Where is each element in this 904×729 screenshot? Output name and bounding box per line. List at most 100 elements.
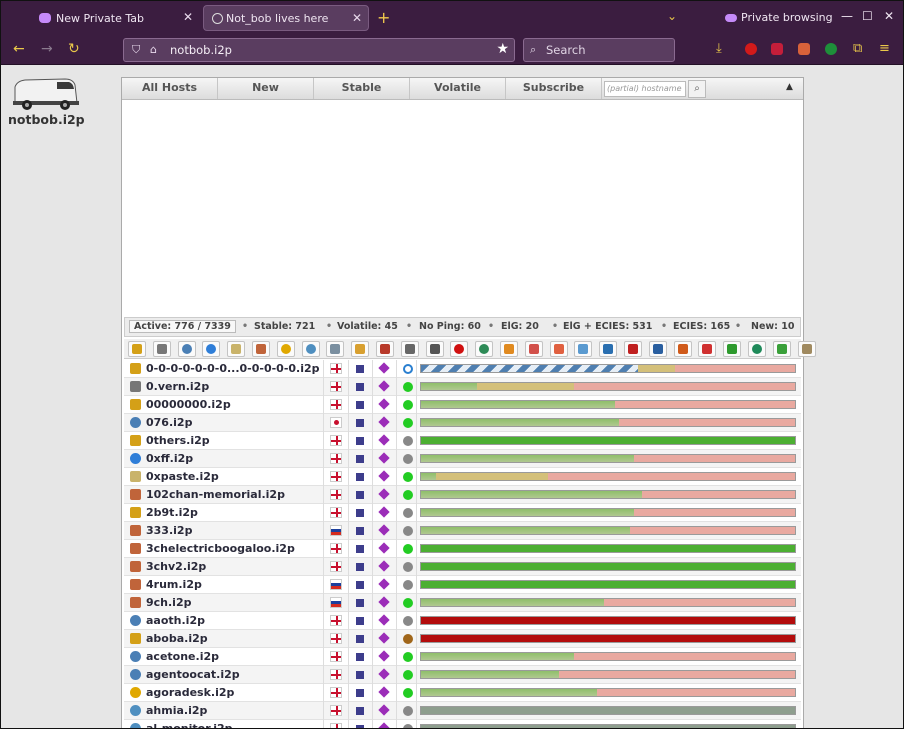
stat-volatile[interactable]: Volatile: 45 [337,321,398,332]
host-name-link[interactable]: aboba.i2p [146,632,208,645]
host-name-link[interactable]: 2b9t.i2p [146,506,198,519]
hostname-search-input[interactable]: (partial) hostname [604,81,686,97]
close-window-icon[interactable]: ✕ [884,9,894,23]
category-alert-icon[interactable] [450,341,469,357]
van-logo-icon[interactable] [9,73,81,113]
table-row[interactable]: 9ch.i2p [124,594,801,612]
category-i2p-icon[interactable] [748,341,766,357]
filter-tab-stable[interactable]: Stable [314,78,410,99]
extension-icon[interactable] [825,43,837,55]
filter-tab-all-hosts[interactable]: All Hosts [122,78,218,99]
search-input[interactable]: ⌕ Search [523,38,675,62]
url-text[interactable]: notbob.i2p [170,43,232,57]
ublock-icon[interactable] [745,43,757,55]
collapse-triangle-icon[interactable]: ▲ [786,82,793,92]
host-name-link[interactable]: ahmia.i2p [146,704,207,717]
category-media-icon[interactable] [400,341,419,357]
category-files-icon[interactable] [227,341,246,357]
host-name-link[interactable]: 3chelectricboogaloo.i2p [146,542,295,555]
menu-icon[interactable]: ≡ [879,41,890,56]
back-arrow-icon[interactable]: ← [13,41,25,57]
table-row[interactable]: 0.vern.i2p [124,378,801,396]
table-row[interactable]: 00000000.i2p [124,396,801,414]
table-row[interactable]: 4rum.i2p [124,576,801,594]
host-name-link[interactable]: 102chan-memorial.i2p [146,488,285,501]
host-name-link[interactable]: 00000000.i2p [146,398,231,411]
filter-tab-new[interactable]: New [218,78,314,99]
category-leaf-icon[interactable] [723,341,742,357]
table-row[interactable]: 102chan-memorial.i2p [124,486,801,504]
search-icon[interactable]: ⌕ [688,80,706,98]
host-name-link[interactable]: 0xff.i2p [146,452,193,465]
maximize-icon[interactable]: ☐ [862,9,873,23]
site-name[interactable]: notbob.i2p [8,112,85,127]
category-video-icon[interactable] [648,341,667,357]
host-name-link[interactable]: 333.i2p [146,524,192,537]
table-row[interactable]: 0xff.i2p [124,450,801,468]
table-row[interactable]: 333.i2p [124,522,801,540]
table-row[interactable]: agentoocat.i2p [124,666,801,684]
category-gaming-icon[interactable] [425,341,444,357]
table-row[interactable]: 076.i2p [124,414,801,432]
puzzle-icon[interactable]: ⧉ [853,41,862,56]
filter-tab-subscribe[interactable]: Subscribe [506,78,602,99]
reload-icon[interactable]: ↻ [68,41,80,57]
table-row[interactable]: 3chv2.i2p [124,558,801,576]
table-row[interactable]: al-monitor.i2p [124,720,801,728]
host-name-link[interactable]: 0xpaste.i2p [146,470,219,483]
minimize-icon[interactable]: — [841,9,853,23]
stat-elg-ecies[interactable]: ElG + ECIES: 531 [563,321,652,332]
category-code-icon[interactable] [549,341,568,357]
stat-active[interactable]: Active: 776 / 7339 [129,320,236,333]
table-row[interactable]: 0thers.i2p [124,432,801,450]
table-row[interactable]: 0-0-0-0-0-0-0...0-0-0-0-0.i2p [124,360,801,378]
bookmark-star-icon[interactable]: ★ [496,41,509,57]
chevron-down-icon[interactable]: ⌄ [667,9,677,23]
download-icon[interactable]: ⤓ [716,41,722,56]
tab-new-private-tab[interactable]: New Private Tab ✕ [1,5,199,31]
close-tab-icon[interactable]: ✕ [183,10,193,24]
table-row[interactable]: aboba.i2p [124,630,801,648]
extension-icon[interactable] [798,43,810,55]
category-package-icon[interactable] [500,341,518,357]
table-row[interactable]: 0xpaste.i2p [124,468,801,486]
lock-icon[interactable]: ⌂ [150,43,157,56]
category-satellite-icon[interactable] [326,341,345,357]
category-money-icon[interactable] [276,341,295,357]
host-name-link[interactable]: al-monitor.i2p [146,722,233,728]
category-image-icon[interactable] [574,341,593,357]
stat-no-ping[interactable]: No Ping: 60 [419,321,481,332]
category-network-icon[interactable] [698,341,717,357]
tab-not-bob[interactable]: Not_bob lives here ✕ [203,5,369,31]
table-row[interactable]: ahmia.i2p [124,702,801,720]
category-git-icon[interactable] [524,341,543,357]
category-tools-icon[interactable] [152,341,171,357]
table-row[interactable]: agoradesk.i2p [124,684,801,702]
new-tab-button[interactable]: + [377,8,390,27]
host-name-link[interactable]: 0.vern.i2p [146,380,209,393]
category-upload-icon[interactable] [202,341,221,357]
category-misc-icon[interactable] [797,341,816,357]
forward-arrow-icon[interactable]: → [41,41,53,57]
category-person-icon[interactable] [177,341,196,357]
category-wiki-icon[interactable] [376,341,394,357]
category-magnet-icon[interactable] [624,341,642,357]
category-player-icon[interactable] [673,341,692,357]
host-name-link[interactable]: agoradesk.i2p [146,686,234,699]
category-plant-icon[interactable] [772,341,791,357]
host-name-link[interactable]: 076.i2p [146,416,192,429]
stat-stable[interactable]: Stable: 721 [254,321,315,332]
category-search-icon[interactable] [301,341,320,357]
url-bar[interactable]: ⛉ ⌂ notbob.i2p ★ [123,38,515,62]
shield-icon[interactable]: ⛉ [132,43,140,57]
category-stats-icon[interactable] [351,341,370,357]
table-row[interactable]: acetone.i2p [124,648,801,666]
table-row[interactable]: aaoth.i2p [124,612,801,630]
stat-new[interactable]: New: 10 [751,321,795,332]
category-pen-icon[interactable] [599,341,618,357]
host-name-link[interactable]: acetone.i2p [146,650,219,663]
host-name-link[interactable]: agentoocat.i2p [146,668,240,681]
table-row[interactable]: 3chelectricboogaloo.i2p [124,540,801,558]
stat-elg[interactable]: ElG: 20 [501,321,539,332]
filter-tab-volatile[interactable]: Volatile [410,78,506,99]
